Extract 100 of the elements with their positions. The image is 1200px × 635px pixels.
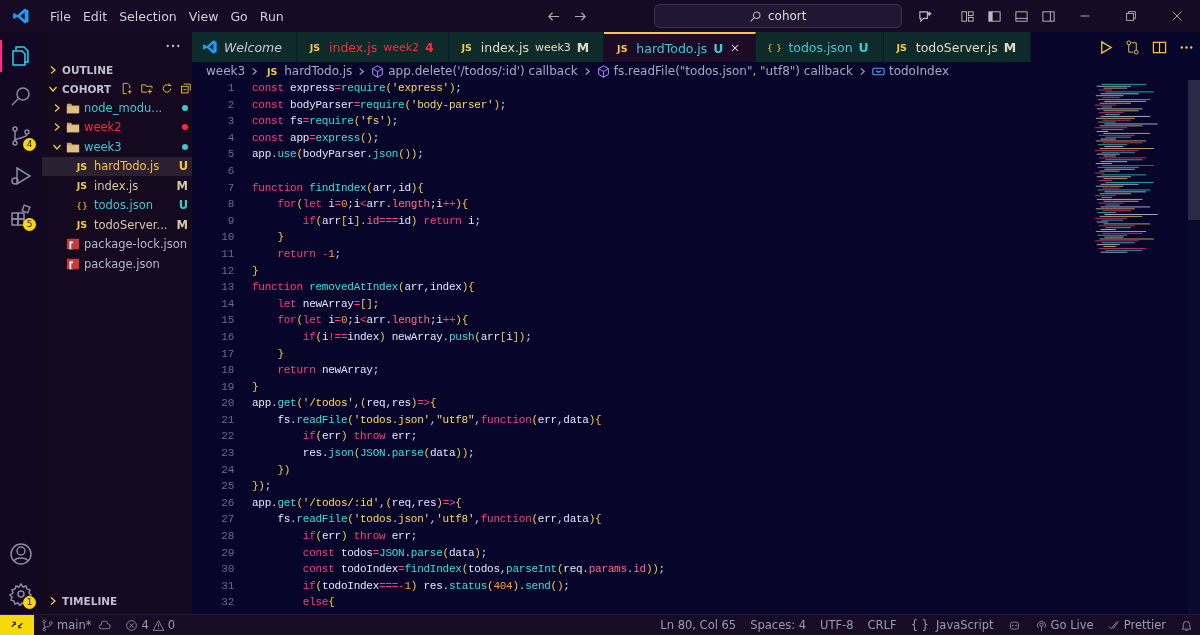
status-item[interactable]: Ln 80, Col 65: [660, 618, 737, 632]
remote-button[interactable]: [0, 615, 34, 635]
code-line: }: [252, 263, 259, 279]
tree-item[interactable]: week3: [42, 137, 192, 157]
code-line: fs.readFile('todos.json','utf8',function(err,data){: [276, 512, 602, 528]
cube-icon: [371, 64, 385, 78]
code-line: if(err) throw err;: [301, 529, 418, 545]
line-number: 4: [226, 130, 234, 146]
problems-status[interactable]: 4 0: [125, 618, 176, 632]
breadcrumb-item[interactable]: JS hardTodo.js: [264, 64, 353, 78]
editor-tab[interactable]: JS index.js week2 4: [297, 32, 449, 62]
editor-tab[interactable]: JS index.js week3 M: [448, 32, 605, 62]
tree-item[interactable]: package-lock.json: [42, 234, 192, 254]
run-icon[interactable]: [1098, 39, 1113, 55]
chevron-icon: [357, 66, 367, 76]
line-number: 29: [220, 545, 234, 561]
menu-item[interactable]: Run: [253, 8, 290, 24]
code-line: app.get('/todos/:id',(req,res)=>{: [252, 495, 462, 511]
account-icon[interactable]: [9, 542, 33, 566]
prettier-status[interactable]: Prettier: [1107, 618, 1166, 632]
tree-item[interactable]: JS hardTodo.js U: [42, 156, 192, 176]
status-item[interactable]: CRLF: [867, 618, 897, 632]
line-number: 32: [220, 595, 234, 611]
menu-item[interactable]: File: [44, 8, 77, 24]
code-line: if(err) throw err;: [301, 429, 418, 445]
status-item[interactable]: Spaces: 4: [750, 618, 807, 632]
menu-item[interactable]: View: [182, 8, 225, 24]
more-actions-icon[interactable]: [166, 44, 180, 48]
collapse-all-icon[interactable]: [180, 82, 192, 95]
chat-sparkle-icon[interactable]: [917, 8, 933, 24]
folder-section-header[interactable]: COHORT: [48, 82, 112, 95]
new-file-icon[interactable]: [121, 82, 133, 95]
secondary-sidebar-icon[interactable]: [1041, 8, 1056, 24]
refresh-icon[interactable]: [160, 82, 173, 95]
line-number: 15: [220, 313, 234, 329]
tree-item[interactable]: JS index.js M: [42, 176, 192, 196]
line-number: 6: [226, 163, 234, 179]
line-number: 23: [220, 446, 234, 462]
line-number: 26: [220, 495, 234, 511]
go-live-button[interactable]: Go Live: [1034, 618, 1094, 632]
breadcrumb-item[interactable]: week3: [206, 64, 246, 78]
line-number: 10: [220, 230, 234, 246]
cloud-sync-icon[interactable]: [98, 618, 112, 632]
split-editor-icon[interactable]: [1152, 39, 1167, 55]
compare-changes-icon[interactable]: [1125, 39, 1140, 55]
code-line: const express=require('express');: [252, 81, 462, 96]
status-item[interactable]: UTF-8: [820, 618, 854, 632]
code-line: }: [252, 379, 259, 395]
breadcrumb-item[interactable]: fs.readFile("todos.json", "utf8") callback: [596, 64, 853, 78]
line-number: 5: [226, 147, 234, 163]
copilot-icon[interactable]: [1007, 618, 1021, 632]
editor-tab[interactable]: JS hardTodo.js U: [604, 32, 757, 62]
line-number: 11: [220, 246, 234, 262]
line-number: 28: [220, 529, 234, 545]
code-line: });: [252, 479, 272, 495]
source-control-icon[interactable]: [9, 124, 33, 148]
breadcrumb-item[interactable]: app.delete('/todos/:id') callback: [371, 64, 578, 78]
branch-status[interactable]: main*: [41, 618, 92, 632]
panel-toggle-icon[interactable]: [1014, 8, 1029, 24]
editor-tab[interactable]: JS todoServer.js M: [883, 32, 1032, 62]
line-number: 12: [220, 263, 234, 279]
notifications-icon[interactable]: [1180, 618, 1193, 632]
menu-item[interactable]: Edit: [76, 8, 114, 24]
line-number: 17: [220, 346, 234, 362]
active-indicator: [0, 40, 2, 72]
tree-item[interactable]: package.json: [42, 254, 192, 274]
code-line: app.use(bodyParser.json());: [252, 147, 424, 163]
run-icon[interactable]: [9, 164, 33, 188]
layout-icon[interactable]: [960, 8, 975, 24]
code-line: }): [276, 462, 291, 478]
code-line: let newArray=[];: [276, 296, 380, 312]
sidebar-toggle-icon[interactable]: [987, 8, 1002, 24]
menu-item[interactable]: Selection: [113, 8, 183, 24]
timeline-section-header[interactable]: TIMELINE: [42, 591, 192, 610]
tree-item[interactable]: node_modu...: [42, 98, 192, 118]
line-number: 19: [220, 379, 234, 395]
code-line: for(let i=0;i<arr.length;i++){: [276, 197, 469, 213]
settings-icon[interactable]: [9, 582, 33, 606]
menu-item[interactable]: Go: [224, 8, 254, 24]
search-icon[interactable]: [9, 84, 33, 108]
new-folder-icon[interactable]: [140, 82, 153, 95]
code-line: if(arr[i].id===id) return i;: [301, 213, 481, 229]
scrollbar-thumb[interactable]: [1188, 80, 1200, 220]
code-line: const todoIndex=findIndex(todos,parseInt(req.params.id));: [301, 562, 665, 578]
editor-tab[interactable]: { } todos.json U: [756, 32, 884, 62]
code-line: }: [276, 346, 284, 362]
code-line: function removedAtIndex(arr,index){: [252, 280, 475, 296]
tree-item[interactable]: week2: [42, 117, 192, 137]
restore-icon[interactable]: [1124, 9, 1138, 23]
code-line: return newArray;: [276, 363, 380, 379]
language-mode[interactable]: { } JavaScript: [910, 618, 994, 632]
outline-section-header[interactable]: OUTLINE: [42, 60, 192, 79]
tree-item[interactable]: {} todos.json U: [42, 195, 192, 215]
close-icon[interactable]: [1170, 9, 1184, 23]
extensions-icon[interactable]: [9, 204, 33, 228]
breadcrumb-item[interactable]: todoIndex: [871, 64, 949, 78]
line-number: 18: [220, 363, 234, 379]
editor-tab[interactable]: Welcome: [192, 32, 297, 62]
command-search-field[interactable]: cohort: [653, 4, 902, 28]
tree-item[interactable]: JS todoServer... M: [42, 215, 192, 235]
